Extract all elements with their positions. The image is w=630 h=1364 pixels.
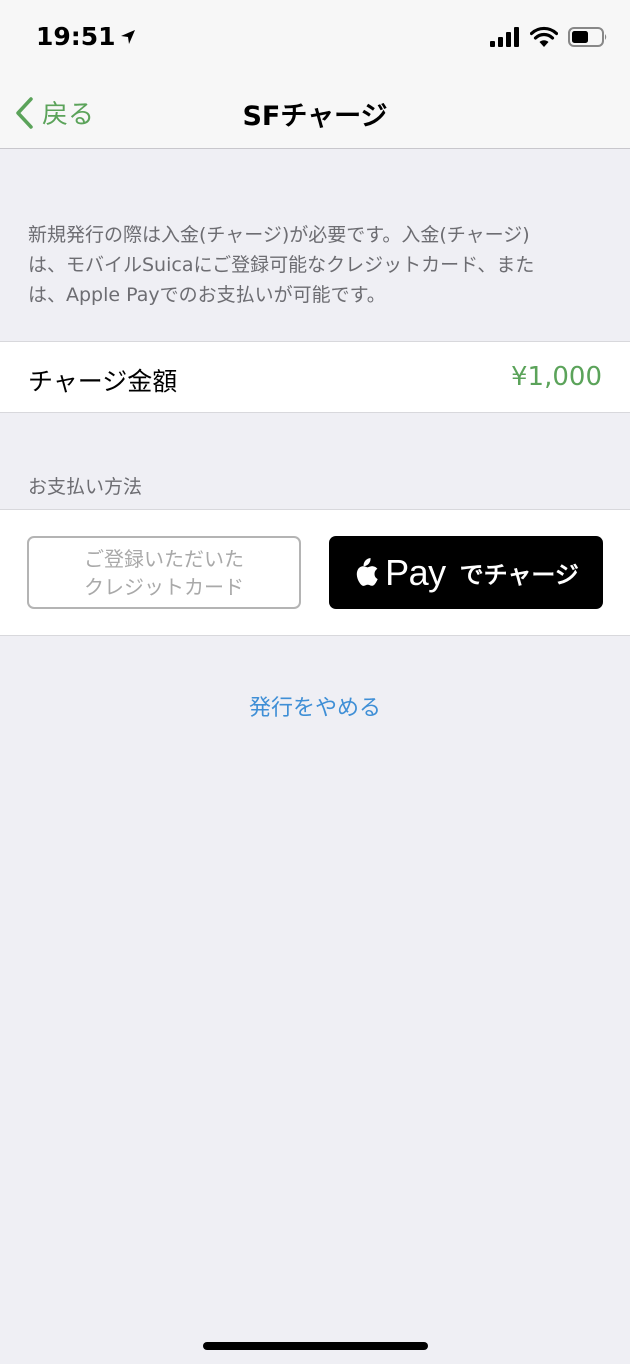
payment-method-row: ご登録いただいた クレジットカード Pay でチャージ <box>0 509 630 636</box>
battery-icon <box>568 26 607 47</box>
notice-line: は、モバイルSuicaにご登録可能なクレジットカード、また <box>28 254 535 276</box>
cellular-signal-icon <box>490 26 519 47</box>
apple-pay-suffix: でチャージ <box>459 561 579 589</box>
home-indicator[interactable] <box>203 1342 428 1350</box>
cancel-issuance-link[interactable]: 発行をやめる <box>0 690 630 722</box>
apple-pay-text: Pay <box>385 551 446 593</box>
navigation-bar: 戻る SFチャージ <box>0 74 630 149</box>
status-bar: 19:51 <box>0 0 630 74</box>
status-time: 19:51 <box>36 22 136 51</box>
credit-card-label-line2: クレジットカード <box>84 574 244 599</box>
page-title: SFチャージ <box>242 101 388 132</box>
issuance-notice: 新規発行の際は入金(チャージ)が必要です。入金(チャージ) は、モバイルSuic… <box>28 220 588 310</box>
apple-pay-charge-button[interactable]: Pay でチャージ <box>329 536 603 609</box>
notice-line: 新規発行の際は入金(チャージ)が必要です。入金(チャージ) <box>28 224 530 246</box>
notice-line: は、Apple Payでのお支払いが可能です。 <box>28 284 386 306</box>
credit-card-button[interactable]: ご登録いただいた クレジットカード <box>27 536 301 609</box>
wifi-icon <box>530 26 558 47</box>
charge-amount-label: チャージ金額 <box>28 367 178 396</box>
credit-card-label-line1: ご登録いただいた <box>84 546 244 571</box>
status-indicators <box>490 26 608 47</box>
location-arrow-icon <box>120 29 135 44</box>
charge-amount-row[interactable]: チャージ金額 ¥1,000 <box>0 341 630 413</box>
status-time-text: 19:51 <box>36 22 116 51</box>
charge-amount-value: ¥1,000 <box>511 362 602 392</box>
apple-logo-icon <box>356 557 378 586</box>
payment-method-header: お支払い方法 <box>28 476 143 498</box>
